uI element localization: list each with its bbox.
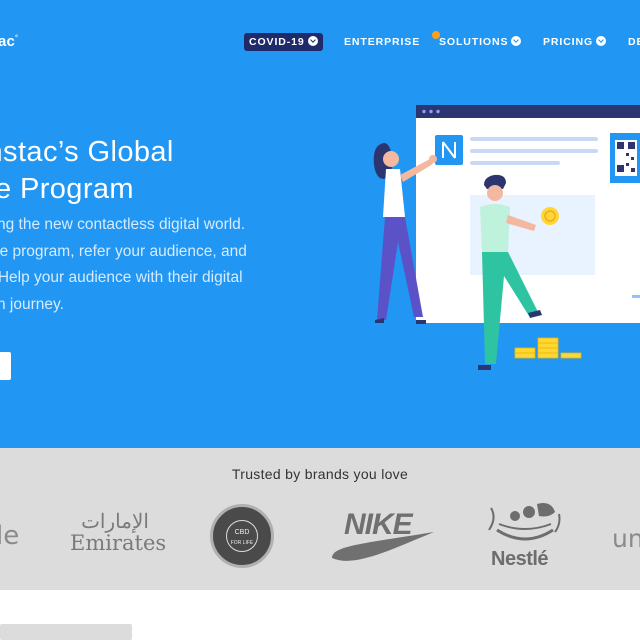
hero-title-line2: ate Program — [0, 173, 134, 205]
brand-logo-partial: le — [0, 521, 19, 551]
main-nav: COVID-19 ENTERPRISE SOLUTIONS PRICING DE — [244, 31, 640, 51]
nav-de-label: DE — [628, 36, 640, 48]
hero-title: onstac’s Global ate Program — [0, 134, 174, 208]
logo[interactable]: ac° — [0, 33, 18, 50]
brand-logo-partial-right: un — [612, 524, 640, 553]
brand-logo-cbd: CBD FOR LIFE — [210, 504, 274, 568]
hero-section: ac° COVID-19 ENTERPRISE SOLUTIONS PRICIN… — [0, 0, 640, 448]
nav-pricing-label: PRICING — [543, 36, 594, 48]
brand-logo-nike: NIKE — [330, 506, 436, 564]
swoosh-icon — [332, 532, 434, 561]
hero-cta-button[interactable] — [0, 352, 11, 380]
cbd-text: CBD — [234, 529, 250, 536]
chevron-down-icon — [596, 36, 607, 46]
hero-desc-line3: ue. Help your audience with their digita… — [0, 269, 243, 286]
brand-logo-emirates: الإمارات Emirates — [70, 509, 167, 555]
nav-covid-19[interactable]: COVID-19 — [244, 33, 323, 51]
brand-logo-nestle: Nestlé — [485, 500, 565, 570]
nav-pricing[interactable]: PRICING — [543, 33, 607, 51]
nest-birds-icon — [488, 503, 561, 541]
nav-solutions[interactable]: SOLUTIONS — [439, 33, 522, 51]
coin-stack — [514, 337, 582, 359]
cbd-subtext: FOR LIFE — [230, 540, 254, 546]
emirates-text: Emirates — [70, 531, 167, 555]
nestle-text: Nestlé — [491, 548, 549, 570]
brand-un-text: un — [612, 524, 640, 553]
nav-de[interactable]: DE — [628, 33, 640, 51]
brands-title: Trusted by brands you love — [231, 466, 409, 482]
hero-illustration — [373, 105, 640, 370]
cbd-logo-ring: CBD FOR LIFE — [226, 520, 258, 552]
hero-desc-line2: filiate program, refer your audience, an… — [0, 242, 247, 260]
chevron-down-icon — [307, 36, 318, 46]
brand-le-text: le — [0, 521, 20, 551]
chevron-down-icon — [511, 36, 522, 46]
hero-desc-line4: ation journey. — [0, 295, 64, 313]
logo-mark: ° — [15, 35, 19, 42]
nav-enterprise-label: ENTERPRISE — [344, 36, 421, 48]
coin-icon — [541, 207, 559, 225]
brands-section: Trusted by brands you love le الإمارات E… — [0, 448, 640, 590]
hero-title-line1: onstac’s Global — [0, 136, 174, 168]
nav-covid-19-label: COVID-19 — [249, 36, 305, 48]
logo-text: ac — [0, 33, 16, 50]
nav-solutions-label: SOLUTIONS — [439, 36, 509, 48]
hero-desc-line1: vering the new contactless digital world… — [0, 216, 246, 233]
nav-enterprise[interactable]: ENTERPRISE — [344, 33, 420, 51]
hero-description: vering the new contactless digital world… — [0, 212, 317, 318]
next-section-tab — [0, 624, 132, 640]
emirates-arabic-text: الإمارات — [81, 509, 149, 533]
